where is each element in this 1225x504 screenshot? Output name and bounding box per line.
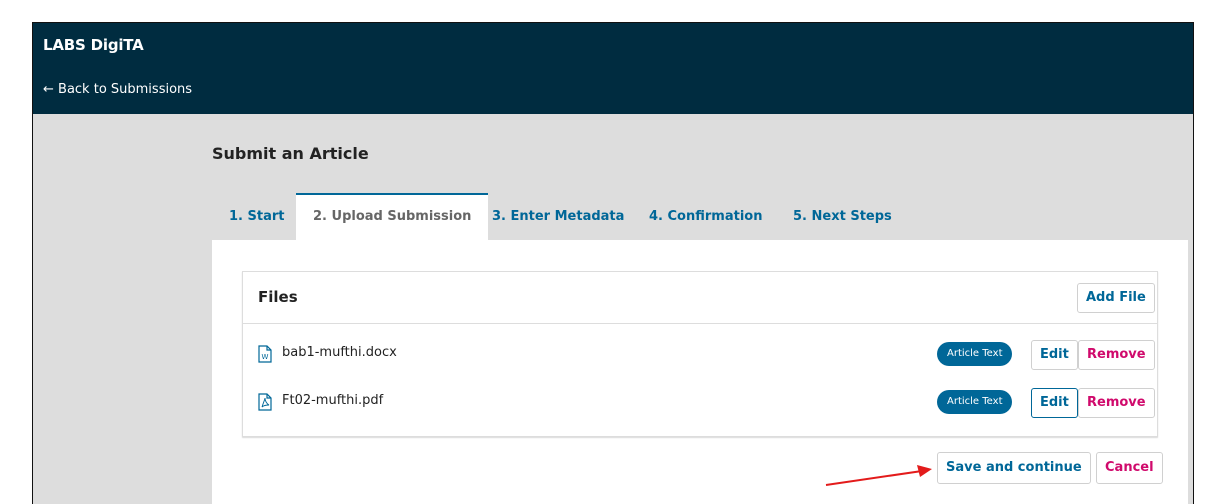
- page-title: Submit an Article: [212, 144, 369, 163]
- file-name[interactable]: Ft02-mufthi.pdf: [282, 393, 383, 408]
- save-and-continue-button[interactable]: Save and continue: [937, 452, 1091, 484]
- tab-upload-submission[interactable]: 2. Upload Submission: [296, 193, 489, 241]
- file-row: Ft02-mufthi.pdf Article Text Edit Remove: [243, 379, 1157, 427]
- site-brand[interactable]: LABS DigiTA: [43, 36, 144, 54]
- file-genre-badge: Article Text: [937, 342, 1013, 366]
- tab-confirmation[interactable]: 4. Confirmation: [632, 193, 779, 241]
- tab-next-steps[interactable]: 5. Next Steps: [776, 193, 909, 241]
- add-file-button[interactable]: Add File: [1077, 283, 1155, 313]
- files-list-panel: Files Add File W bab1-mufthi.docx Articl…: [242, 271, 1158, 437]
- tab-enter-metadata[interactable]: 3. Enter Metadata: [475, 193, 641, 241]
- file-name[interactable]: bab1-mufthi.docx: [282, 345, 397, 360]
- edit-file-button[interactable]: Edit: [1031, 388, 1078, 418]
- upload-panel: Files Add File W bab1-mufthi.docx Articl…: [212, 240, 1188, 504]
- remove-file-button[interactable]: Remove: [1078, 388, 1155, 418]
- remove-file-button[interactable]: Remove: [1078, 340, 1155, 370]
- files-title: Files: [258, 288, 298, 306]
- pdf-file-icon: [258, 393, 272, 411]
- svg-text:W: W: [262, 353, 269, 361]
- file-row: W bab1-mufthi.docx Article Text Edit Rem…: [243, 331, 1157, 379]
- files-header: Files Add File: [243, 272, 1157, 324]
- file-genre-badge: Article Text: [937, 390, 1013, 414]
- top-header: LABS DigiTA ← Back to Submissions: [33, 23, 1193, 114]
- tab-start[interactable]: 1. Start: [212, 193, 302, 241]
- back-to-submissions-link[interactable]: ← Back to Submissions: [43, 82, 192, 97]
- word-file-icon: W: [258, 345, 272, 363]
- cancel-button[interactable]: Cancel: [1096, 452, 1163, 484]
- main-content: Submit an Article 1. Start 2. Upload Sub…: [33, 114, 1193, 504]
- app-window: LABS DigiTA ← Back to Submissions Submit…: [32, 22, 1194, 504]
- edit-file-button[interactable]: Edit: [1031, 340, 1078, 370]
